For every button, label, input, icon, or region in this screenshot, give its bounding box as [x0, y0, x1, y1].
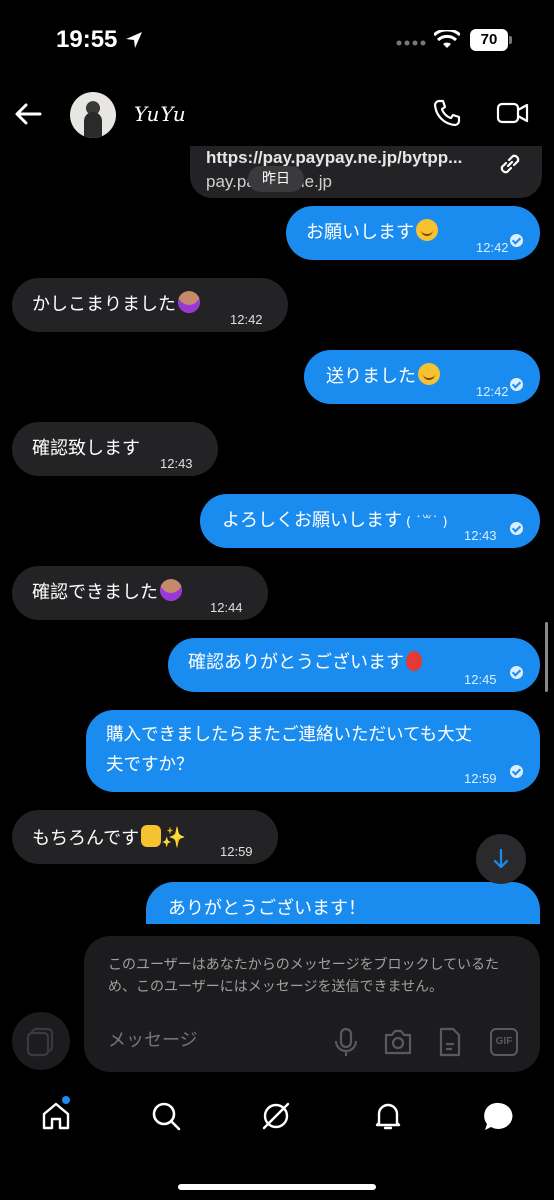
back-arrow-icon[interactable] — [12, 98, 44, 130]
message-outgoing[interactable]: 購入できましたらまたご連絡いただいても大丈 夫ですか？ 12:59 — [86, 710, 540, 792]
message-text: もちろんです — [32, 828, 140, 849]
link-preview-card[interactable]: https://pay.paypay.ne.jp/bytpp... pay.pa… — [190, 146, 542, 198]
explore-icon[interactable] — [260, 1100, 292, 1132]
message-text: お願いします — [306, 222, 414, 243]
message-text: かしこまりました — [32, 294, 176, 315]
signal-icon — [396, 40, 426, 46]
bell-icon[interactable] — [372, 1100, 404, 1132]
battery-tip — [509, 36, 512, 44]
message-incoming[interactable]: 確認できました 12:44 — [12, 566, 268, 620]
home-icon[interactable] — [40, 1100, 72, 1132]
search-icon[interactable] — [150, 1100, 182, 1132]
message-text-line1: 購入できましたらまたご連絡いただいても大丈 — [106, 725, 473, 745]
smile-emoji — [418, 363, 440, 385]
camera-icon[interactable] — [382, 1026, 414, 1058]
bottom-nav — [0, 1088, 554, 1148]
messages-icon[interactable] — [482, 1100, 516, 1134]
status-bar: 19:55 70 — [0, 0, 554, 84]
message-text: 送りました — [326, 366, 416, 387]
kaomoji: ( ˙꒳​˙ ) — [406, 515, 448, 530]
gif-icon[interactable]: GIF — [490, 1028, 518, 1056]
message-input[interactable] — [108, 1030, 308, 1051]
location-arrow-icon — [126, 32, 142, 48]
home-indicator — [178, 1184, 376, 1190]
message-time: 12:59 — [220, 844, 253, 859]
message-incoming[interactable]: かしこまりました 12:42 — [12, 278, 288, 332]
username[interactable]: YuYu — [134, 102, 187, 126]
message-time: 12:43 — [160, 456, 193, 471]
balloon-emoji — [406, 651, 422, 671]
message-text: よろしくお願いします — [222, 510, 402, 531]
smile-emoji — [416, 219, 438, 241]
message-time: 12:42 — [230, 312, 263, 327]
read-check-icon — [510, 378, 523, 391]
message-text-line2: 夫ですか？ — [106, 755, 194, 775]
message-time: 12:42 — [476, 240, 509, 255]
video-icon[interactable] — [496, 98, 530, 128]
link-url: https://pay.paypay.ne.jp/bytpp... — [206, 148, 463, 167]
scroll-down-button[interactable] — [476, 834, 526, 884]
message-text: 確認ありがとうございます — [188, 652, 404, 673]
message-outgoing[interactable]: ありがとうございます！ — [146, 882, 540, 924]
wifi-icon — [434, 30, 460, 48]
date-divider: 昨日 — [248, 166, 304, 192]
read-check-icon — [510, 234, 523, 247]
sparkles-emoji: ✨ — [161, 825, 187, 849]
document-icon[interactable] — [436, 1026, 464, 1058]
scrollbar[interactable] — [545, 622, 548, 692]
chat-header: YuYu — [0, 84, 554, 146]
message-outgoing[interactable]: 確認ありがとうございます 12:45 — [168, 638, 540, 692]
message-time: 12:43 — [464, 528, 497, 543]
message-text: ありがとうございます！ — [168, 898, 366, 919]
message-incoming[interactable]: 確認致します 12:43 — [12, 422, 218, 476]
message-time: 12:44 — [210, 600, 243, 615]
message-time: 12:42 — [476, 384, 509, 399]
read-check-icon — [510, 666, 523, 679]
thumbs-up-emoji — [141, 825, 162, 847]
read-check-icon — [510, 765, 523, 778]
read-check-icon — [510, 522, 523, 535]
blocked-notice: このユーザーはあなたからのメッセージをブロックしているため、このユーザーにはメッ… — [108, 957, 500, 995]
message-text: 確認できました — [32, 582, 158, 603]
message-incoming[interactable]: もちろんです ✨ 12:59 — [12, 810, 278, 864]
message-outgoing[interactable]: 送りました 12:42 — [304, 350, 540, 404]
gallery-button[interactable] — [12, 1012, 70, 1070]
battery-indicator: 70 — [470, 29, 508, 51]
person-emoji — [178, 291, 200, 313]
avatar[interactable] — [70, 92, 116, 138]
phone-icon[interactable] — [432, 98, 462, 128]
status-time: 19:55 — [56, 26, 118, 53]
notification-dot — [62, 1096, 70, 1104]
message-text: 確認致します — [32, 438, 140, 459]
message-time: 12:59 — [464, 771, 497, 786]
scroll-down-icon — [493, 848, 509, 869]
chat-messages[interactable]: https://pay.paypay.ne.jp/bytpp... pay.pa… — [0, 146, 554, 924]
message-composer[interactable]: このユーザーはあなたからのメッセージをブロックしているため、このユーザーにはメッ… — [84, 936, 540, 1072]
mic-icon[interactable] — [332, 1026, 360, 1058]
message-outgoing[interactable]: よろしくお願いします ( ˙꒳​˙ ) 12:43 — [200, 494, 540, 548]
link-icon[interactable] — [496, 150, 524, 178]
person-emoji — [160, 579, 182, 601]
message-time: 12:45 — [464, 672, 497, 687]
gallery-icon — [26, 1027, 54, 1057]
message-outgoing[interactable]: お願いします 12:42 — [286, 206, 540, 260]
